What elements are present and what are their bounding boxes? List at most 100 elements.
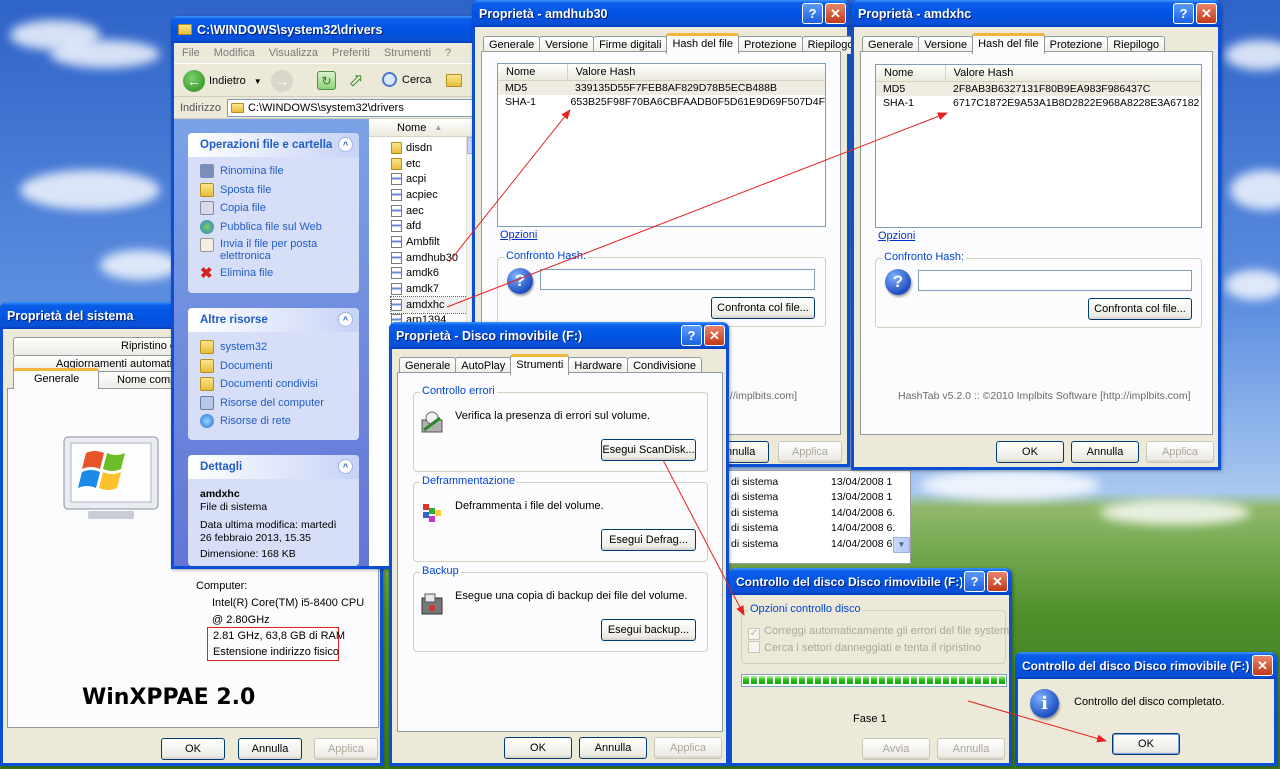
folder-icon bbox=[200, 340, 214, 355]
apply-button[interactable]: Applica bbox=[654, 737, 722, 759]
help-icon[interactable]: ? bbox=[802, 3, 823, 24]
backup-button[interactable]: Esegui backup... bbox=[601, 619, 696, 641]
collapse-icon[interactable]: ^ bbox=[338, 459, 353, 474]
place-system32[interactable]: system32 bbox=[188, 338, 359, 357]
tab-file-hash[interactable]: Hash del file bbox=[972, 33, 1045, 54]
scan-sectors-checkbox[interactable]: Cerca i settori danneggiati e tenta il r… bbox=[748, 641, 981, 654]
collapse-icon[interactable]: ^ bbox=[338, 137, 353, 152]
apply-button[interactable]: Applica bbox=[314, 738, 378, 760]
detail-row[interactable]: di sistema 14/04/2008 6. bbox=[727, 536, 910, 552]
options-link[interactable]: Opzioni bbox=[878, 230, 915, 242]
task-rename[interactable]: Rinomina file bbox=[188, 162, 359, 181]
ok-button[interactable]: OK bbox=[504, 737, 572, 759]
help-icon[interactable]: ? bbox=[681, 325, 702, 346]
search-button[interactable]: Cerca bbox=[382, 72, 431, 87]
progress-block bbox=[863, 676, 869, 684]
help-icon[interactable]: ? bbox=[1173, 3, 1194, 24]
cancel-button[interactable]: Annulla bbox=[238, 738, 302, 760]
hash-row-sha1[interactable]: SHA-1 6717C1872E9A53A1B8D2822E968A8228E3A… bbox=[876, 96, 1201, 110]
collapse-icon[interactable]: ^ bbox=[338, 312, 353, 327]
tab-file-hash[interactable]: Hash del file bbox=[666, 33, 739, 54]
tab-tools[interactable]: Strumenti bbox=[510, 354, 570, 375]
menu-view[interactable]: Visualizza bbox=[269, 47, 318, 59]
progress-block bbox=[847, 676, 853, 684]
cancel-button[interactable]: Annulla bbox=[937, 738, 1005, 760]
compare-hash-input[interactable] bbox=[540, 269, 815, 290]
hash-row-md5[interactable]: MD5 2F8AB3B6327131F80B9EA983F986437C bbox=[876, 82, 1201, 96]
close-icon[interactable]: ✕ bbox=[1196, 3, 1217, 24]
task-copy[interactable]: Copia file bbox=[188, 199, 359, 218]
tab-restore[interactable]: Ripristino configurazione di sistema bbox=[13, 337, 294, 355]
col-name[interactable]: Nome bbox=[876, 65, 946, 81]
compare-hash-input[interactable] bbox=[918, 270, 1192, 291]
options-link[interactable]: Opzioni bbox=[500, 229, 537, 241]
cancel-button[interactable]: Annulla bbox=[1071, 441, 1139, 463]
task-publish[interactable]: Pubblica file sul Web bbox=[188, 218, 359, 237]
task-move[interactable]: Sposta file bbox=[188, 181, 359, 200]
fix-errors-checkbox[interactable]: ✓ Correggi automaticamente gli errori del… bbox=[748, 625, 1009, 640]
close-icon[interactable]: ✕ bbox=[1252, 655, 1273, 676]
hash-row-sha1[interactable]: SHA-1 653B25F98F70BA6CBFAADB0F5D61E9D69F5… bbox=[498, 95, 825, 109]
address-bar: Indirizzo C:\WINDOWS\system32\drivers bbox=[174, 97, 480, 119]
tab-general[interactable]: Generale bbox=[13, 368, 99, 389]
close-icon[interactable]: ✕ bbox=[987, 571, 1008, 592]
hash-list: Nome Valore Hash MD5 2F8AB3B6327131F80B9E… bbox=[875, 64, 1202, 228]
col-value[interactable]: Valore Hash bbox=[946, 65, 1201, 81]
details-name: amdxhc bbox=[200, 488, 240, 500]
hash-row-md5[interactable]: MD5 339135D55F7FEB8AF829D78B5ECB488B bbox=[498, 81, 825, 95]
email-icon bbox=[200, 238, 214, 252]
column-header-name[interactable]: Nome ▲ bbox=[369, 119, 483, 137]
scandisk-button[interactable]: Esegui ScanDisk... bbox=[601, 439, 696, 461]
dropdown-icon[interactable]: ▼ bbox=[254, 77, 262, 86]
compare-file-button[interactable]: Confronta col file... bbox=[711, 297, 815, 319]
folders-icon[interactable] bbox=[446, 74, 462, 87]
ok-button[interactable]: OK bbox=[161, 738, 225, 760]
address-input[interactable]: C:\WINDOWS\system32\drivers bbox=[226, 98, 480, 117]
help-icon[interactable]: ? bbox=[964, 571, 985, 592]
checkbox-checked-icon: ✓ bbox=[748, 628, 760, 640]
scroll-down-icon[interactable]: ▼ bbox=[893, 537, 910, 553]
check-options-title: Opzioni controllo disco bbox=[748, 603, 863, 615]
back-button[interactable]: ← Indietro ▼ bbox=[183, 70, 262, 92]
place-my-computer[interactable]: Risorse del computer bbox=[188, 394, 359, 413]
task-delete[interactable]: ✖ Elimina file bbox=[188, 264, 359, 283]
detail-row[interactable]: di sistema 13/04/2008 1 bbox=[727, 490, 910, 506]
detail-row[interactable]: di sistema 14/04/2008 6. bbox=[727, 521, 910, 537]
close-icon[interactable]: ✕ bbox=[825, 3, 846, 24]
col-value[interactable]: Valore Hash bbox=[568, 64, 825, 80]
close-icon[interactable]: ✕ bbox=[704, 325, 725, 346]
apply-button[interactable]: Applica bbox=[778, 441, 842, 463]
menu-tools[interactable]: Strumenti bbox=[384, 47, 431, 59]
progress-block bbox=[919, 676, 925, 684]
place-shared-documents[interactable]: Documenti condivisi bbox=[188, 375, 359, 394]
tab-computer-name[interactable]: Nome computer bbox=[98, 371, 195, 389]
place-network[interactable]: Risorse di rete bbox=[188, 412, 359, 431]
cancel-button[interactable]: Annulla bbox=[579, 737, 647, 759]
progress-block bbox=[959, 676, 965, 684]
defrag-button[interactable]: Esegui Defrag... bbox=[601, 529, 696, 551]
details-type: File di sistema bbox=[200, 501, 268, 513]
col-name[interactable]: Nome bbox=[498, 64, 568, 80]
ok-button[interactable]: OK bbox=[1112, 733, 1180, 755]
detail-row[interactable]: di sistema 14/04/2008 6. bbox=[727, 505, 910, 521]
detail-date: 13/04/2008 1 bbox=[831, 491, 893, 504]
menu-edit[interactable]: Modifica bbox=[214, 47, 255, 59]
panel-header[interactable]: Operazioni file e cartella ^ bbox=[188, 133, 359, 157]
detail-row[interactable]: di sistema 13/04/2008 1 bbox=[727, 474, 910, 490]
forward-arrow-icon[interactable]: → bbox=[271, 70, 293, 92]
apply-button[interactable]: Applica bbox=[1146, 441, 1214, 463]
up-folder-icon[interactable]: ⬀ bbox=[346, 70, 366, 90]
panel-header[interactable]: Altre risorse ^ bbox=[188, 308, 359, 332]
menu-favorites[interactable]: Preferiti bbox=[332, 47, 370, 59]
detail-type: di sistema bbox=[731, 522, 779, 535]
menu-help[interactable]: ? bbox=[445, 47, 451, 59]
start-button[interactable]: Avvia bbox=[862, 738, 930, 760]
compare-file-button[interactable]: Confronta col file... bbox=[1088, 298, 1192, 320]
place-documents[interactable]: Documenti bbox=[188, 357, 359, 376]
refresh-icon[interactable]: ↻ bbox=[317, 71, 336, 90]
ok-button[interactable]: OK bbox=[996, 441, 1064, 463]
panel-header[interactable]: Dettagli ^ bbox=[188, 455, 359, 479]
task-email[interactable]: Invia il file per posta elettronica bbox=[188, 236, 359, 264]
menu-file[interactable]: File bbox=[182, 47, 200, 59]
window-title: Proprietà - amdhub30 bbox=[479, 6, 608, 21]
